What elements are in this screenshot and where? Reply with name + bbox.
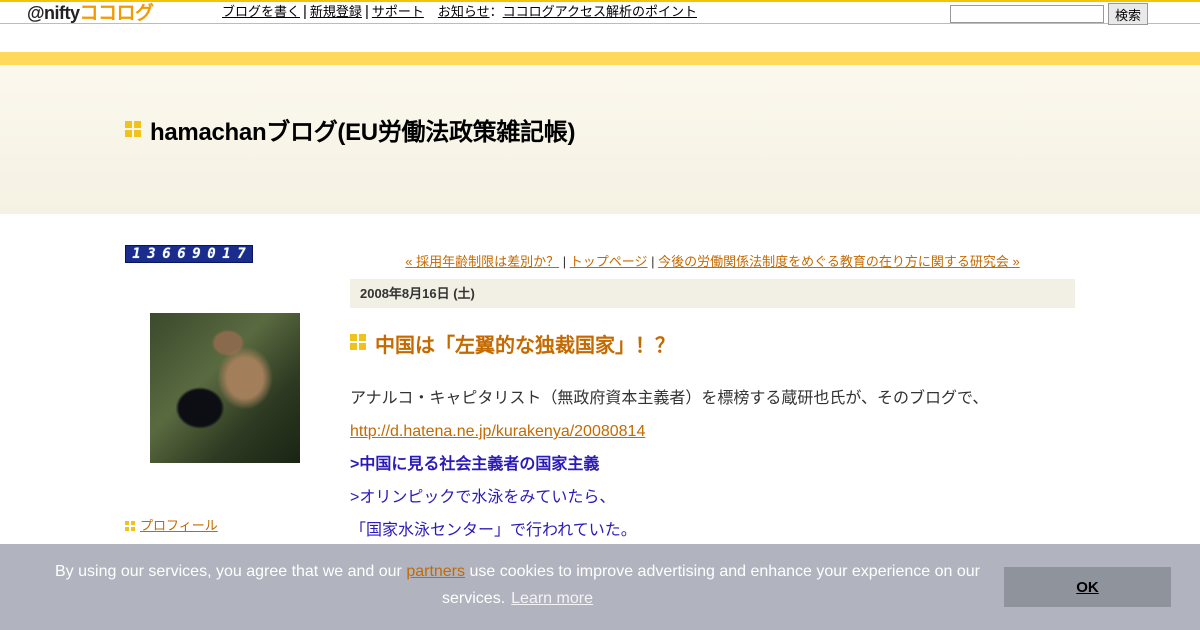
nav-separator: | xyxy=(559,254,570,269)
sidebar-profile-item: プロフィール xyxy=(125,515,218,534)
square-bullet-icon xyxy=(125,520,135,531)
square-bullet-icon xyxy=(350,334,366,350)
entry-body-link-line: http://d.hatena.ne.jp/kurakenya/20080814 xyxy=(350,422,645,442)
logo-cocolog-text: ココログ xyxy=(79,3,155,24)
blog-title[interactable]: hamachanブログ(EU労働法政策雑記帳) xyxy=(150,112,575,147)
hatena-blog-link[interactable]: http://d.hatena.ne.jp/kurakenya/20080814 xyxy=(350,423,645,440)
access-counter-digit: 6 xyxy=(177,246,186,262)
access-counter-digit: 9 xyxy=(192,246,201,262)
search-button[interactable]: 検索 xyxy=(1108,3,1148,25)
quote-text: 「国家水泳センター」で行われていた。 xyxy=(350,522,637,539)
quote-heading: >中国に見る社会主義者の国家主義 xyxy=(350,456,600,473)
logo-nifty-text: @nifty xyxy=(27,3,80,23)
nifty-cocolog-logo[interactable]: @niftyココログ xyxy=(27,3,155,24)
learn-more-link[interactable]: Learn more xyxy=(511,590,593,607)
header-yellow-stripe xyxy=(0,52,1200,65)
cookie-text-before: By using our services, you agree that we… xyxy=(55,563,407,580)
nav-access-analysis-link[interactable]: ココログアクセス解析のポイント xyxy=(503,4,697,19)
nav-separator: | xyxy=(364,3,369,20)
nifty-top-bar: @niftyココログ ブログを書く | 新規登録 | サポート お知らせ：ココログアクセス… xyxy=(0,0,1200,25)
access-counter-digit: 6 xyxy=(162,246,171,262)
profile-image-hawk[interactable] xyxy=(150,313,300,463)
access-counter: 13669017 xyxy=(125,245,253,263)
quote-text: >オリンピックで水泳をみていたら、 xyxy=(350,489,616,506)
cookie-ok-button[interactable]: OK xyxy=(1004,567,1171,607)
entry-title[interactable]: 中国は「左翼的な独裁国家」！？ xyxy=(375,329,675,358)
search-input[interactable] xyxy=(950,5,1104,23)
partners-link[interactable]: partners xyxy=(406,563,465,580)
entry-body-text: アナルコ・キャピタリスト（無政府資本主義者）を標榜する蔵研也氏が、そのブログで、 xyxy=(350,390,989,407)
profile-link[interactable]: プロフィール xyxy=(140,518,218,533)
entry-date: 2008年8月16日 (土) xyxy=(350,279,1075,308)
nav-separator: | xyxy=(647,254,659,269)
top-nav: ブログを書く | 新規登録 | サポート お知らせ：ココログアクセス解析のポイント xyxy=(222,4,697,20)
access-counter-digit: 3 xyxy=(147,246,156,262)
nav-news-link[interactable]: お知らせ xyxy=(438,4,490,19)
nav-register-link[interactable]: 新規登録 xyxy=(310,4,362,19)
nav-write-blog-link[interactable]: ブログを書く xyxy=(222,4,300,19)
prev-entry-link[interactable]: « 採用年齢制限は差別か？ xyxy=(405,254,559,269)
square-bullet-icon xyxy=(125,121,141,137)
access-counter-digit: 1 xyxy=(132,246,141,262)
cookie-consent-text: By using our services, you agree that we… xyxy=(40,558,995,612)
entry-navigation: « 採用年齢制限は差別か？ | トップページ | 今後の労働関係法制度をめぐる教… xyxy=(350,251,1075,270)
top-page-link[interactable]: トップページ xyxy=(570,254,648,269)
news-colon: ： xyxy=(489,4,503,19)
nav-separator: | xyxy=(303,3,307,20)
next-entry-link[interactable]: 今後の労働関係法制度をめぐる教育の在り方に関する研究会 » xyxy=(658,254,1020,269)
cookie-consent-banner: By using our services, you agree that we… xyxy=(0,544,1200,630)
access-counter-digit: 0 xyxy=(207,246,216,262)
nav-support-link[interactable]: サポート xyxy=(372,4,424,19)
access-counter-digit: 1 xyxy=(222,246,231,262)
access-counter-digit: 7 xyxy=(237,246,246,262)
